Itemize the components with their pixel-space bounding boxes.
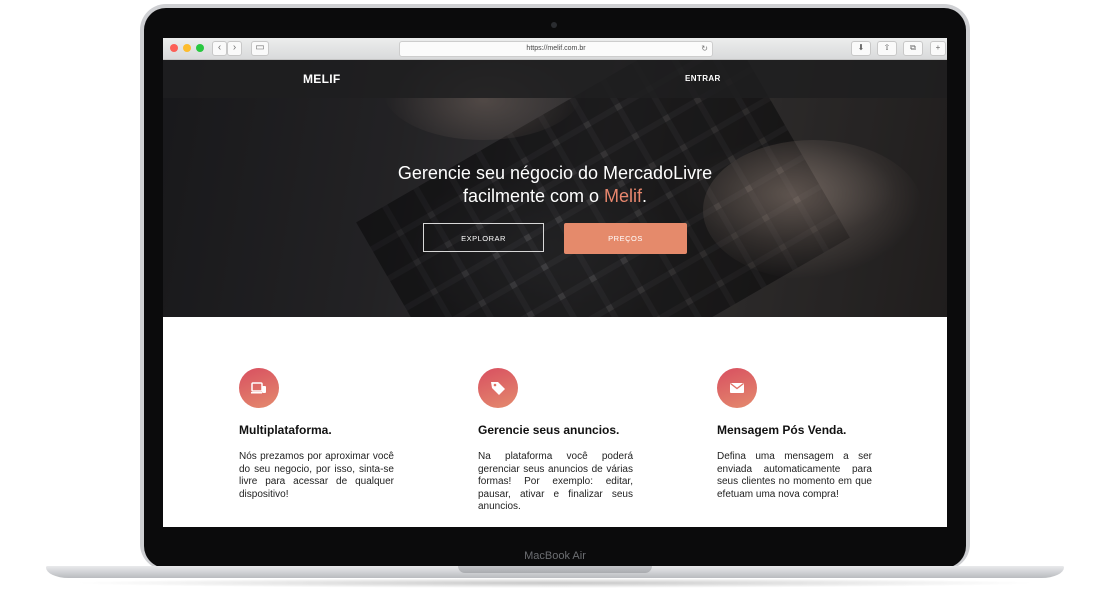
- minimize-window-button[interactable]: [183, 44, 191, 52]
- feature-text: Defina uma mensagem a ser enviada automa…: [717, 451, 872, 500]
- reload-icon[interactable]: ↻: [701, 42, 708, 56]
- feature-multiplatform: Multiplataforma. Nós prezamos por aproxi…: [239, 368, 394, 501]
- mail-icon: [717, 368, 757, 408]
- browser-window: ‹ › ▭ https://melif.com.br ↻ ⬇ ⇧ ⧉ + Ger…: [163, 38, 947, 527]
- share-icon[interactable]: ⇧: [877, 41, 897, 56]
- brand-accent: Melif: [604, 186, 643, 206]
- back-icon[interactable]: ‹: [212, 41, 227, 56]
- feature-manage-ads: Gerencie seus anuncios. Na plataforma vo…: [478, 368, 633, 514]
- feature-post-sale-message: Mensagem Pós Venda. Defina uma mensagem …: [717, 368, 872, 501]
- forward-icon[interactable]: ›: [227, 41, 242, 56]
- tag-icon: [478, 368, 518, 408]
- login-link[interactable]: ENTRAR: [685, 74, 721, 83]
- devices-icon: [239, 368, 279, 408]
- site-navbar: MELIF ENTRAR: [163, 60, 947, 98]
- maximize-window-button[interactable]: [196, 44, 204, 52]
- download-icon[interactable]: ⬇: [851, 41, 871, 56]
- hero-section: Gerencie seu négocio do MercadoLivre fac…: [163, 60, 947, 317]
- sidebar-icon[interactable]: ▭: [251, 41, 269, 56]
- device-label: MacBook Air: [524, 550, 586, 562]
- prices-button[interactable]: PREÇOS: [564, 223, 687, 254]
- camera: [551, 22, 557, 28]
- browser-toolbar: ‹ › ▭ https://melif.com.br ↻ ⬇ ⇧ ⧉ +: [163, 38, 947, 60]
- tabs-icon[interactable]: ⧉: [903, 41, 923, 56]
- new-tab-icon[interactable]: +: [930, 41, 946, 56]
- feature-title: Multiplataforma.: [239, 423, 332, 437]
- feature-text: Nós prezamos por aproximar você do seu n…: [239, 451, 394, 500]
- hero-headline: Gerencie seu négocio do MercadoLivre fac…: [397, 163, 713, 206]
- feature-title: Gerencie seus anuncios.: [478, 423, 620, 437]
- explore-button[interactable]: EXPLORAR: [423, 223, 544, 252]
- laptop-notch: [458, 566, 652, 573]
- feature-text: Na plataforma você poderá gerenciar seus…: [478, 451, 633, 512]
- feature-title: Mensagem Pós Venda.: [717, 423, 847, 437]
- close-window-button[interactable]: [170, 44, 178, 52]
- url-text: https://melif.com.br: [526, 45, 586, 52]
- site-logo[interactable]: MELIF: [303, 72, 341, 86]
- address-bar[interactable]: https://melif.com.br ↻: [399, 41, 713, 57]
